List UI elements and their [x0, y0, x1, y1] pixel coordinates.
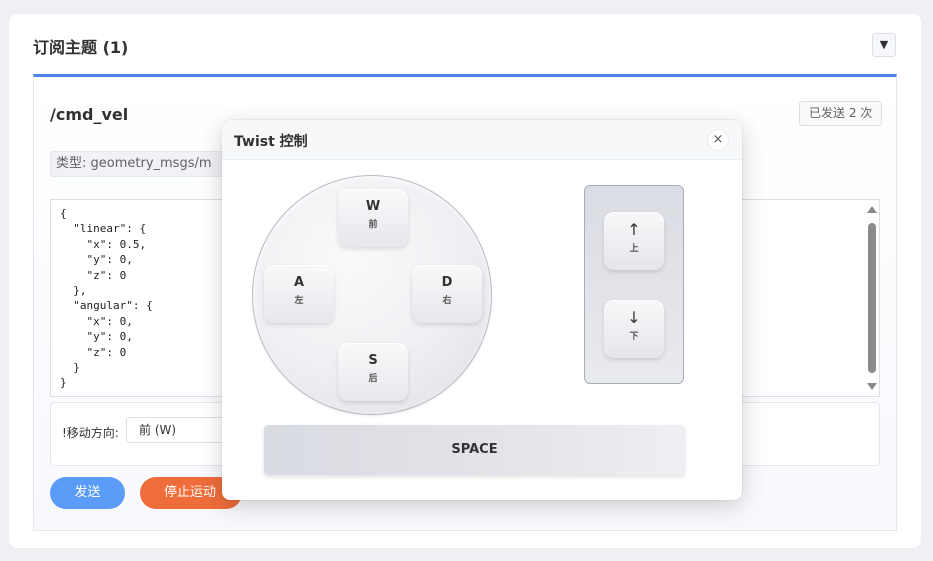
panel-title: 订阅主题 (1)	[33, 38, 129, 57]
key-caption: 左	[294, 296, 304, 306]
key-s-backward[interactable]: S 后	[338, 343, 408, 401]
key-caption: 下	[629, 332, 639, 342]
message-type-tag: 类型: geometry_msgs/m	[50, 151, 230, 177]
close-icon[interactable]: ×	[707, 129, 729, 151]
key-up[interactable]: ↑ 上	[604, 212, 664, 270]
key-letter: A	[293, 275, 305, 290]
key-w-forward[interactable]: W 前	[338, 189, 408, 247]
topic-name: /cmd_vel	[50, 105, 129, 124]
arrow-down-icon: ↓	[627, 308, 641, 327]
sent-count-badge: 已发送 2 次	[799, 101, 883, 126]
key-caption: 右	[442, 296, 452, 306]
key-a-left[interactable]: A 左	[264, 265, 334, 323]
key-caption: 后	[368, 374, 378, 384]
key-down[interactable]: ↓ 下	[604, 300, 664, 358]
json-scrollbar[interactable]	[864, 200, 879, 396]
caret-down-icon: ▼	[879, 38, 889, 51]
twist-control-dialog: Twist 控制 × W 前 A 左 D 右 S 后 ↑ 上 ↓ 下 SPACE	[222, 120, 742, 500]
scroll-up-arrow-icon[interactable]	[867, 206, 877, 213]
dialog-title: Twist 控制	[234, 134, 308, 150]
key-letter: S	[368, 353, 378, 368]
key-caption: 上	[629, 244, 639, 254]
direction-label: !移动方向:	[62, 426, 119, 440]
scroll-down-arrow-icon[interactable]	[867, 383, 877, 390]
space-key[interactable]: SPACE	[264, 425, 685, 475]
arrow-up-icon: ↑	[627, 220, 641, 239]
key-letter: W	[365, 199, 381, 214]
key-letter: D	[441, 275, 453, 290]
vertical-pad: ↑ 上 ↓ 下	[584, 185, 684, 384]
key-caption: 前	[368, 220, 378, 230]
send-button[interactable]: 发送	[50, 477, 125, 509]
key-d-right[interactable]: D 右	[412, 265, 482, 323]
dialog-header: Twist 控制 ×	[222, 120, 742, 160]
collapse-button[interactable]: ▼	[872, 33, 896, 57]
message-json-text[interactable]: { "linear": { "x": 0.5, "y": 0, "z": 0 }…	[60, 206, 153, 391]
direction-pad: W 前 A 左 D 右 S 后	[252, 175, 492, 415]
scrollbar-thumb[interactable]	[868, 223, 876, 373]
